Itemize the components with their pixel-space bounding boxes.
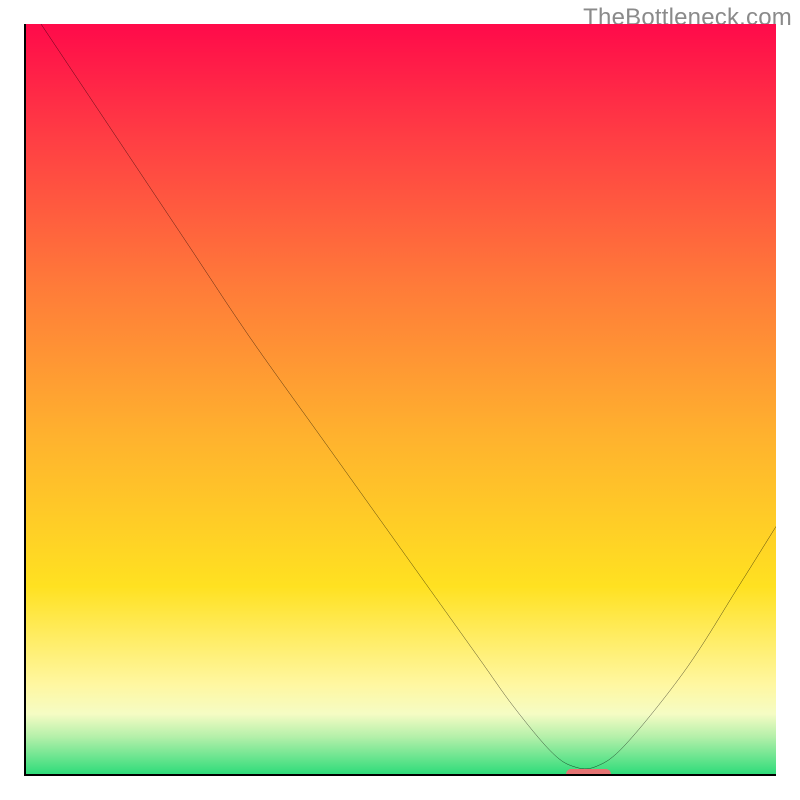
plot-area — [24, 24, 776, 776]
chart-container: TheBottleneck.com — [0, 0, 800, 800]
optimal-range-marker — [566, 769, 611, 776]
heatmap-gradient — [26, 24, 776, 774]
